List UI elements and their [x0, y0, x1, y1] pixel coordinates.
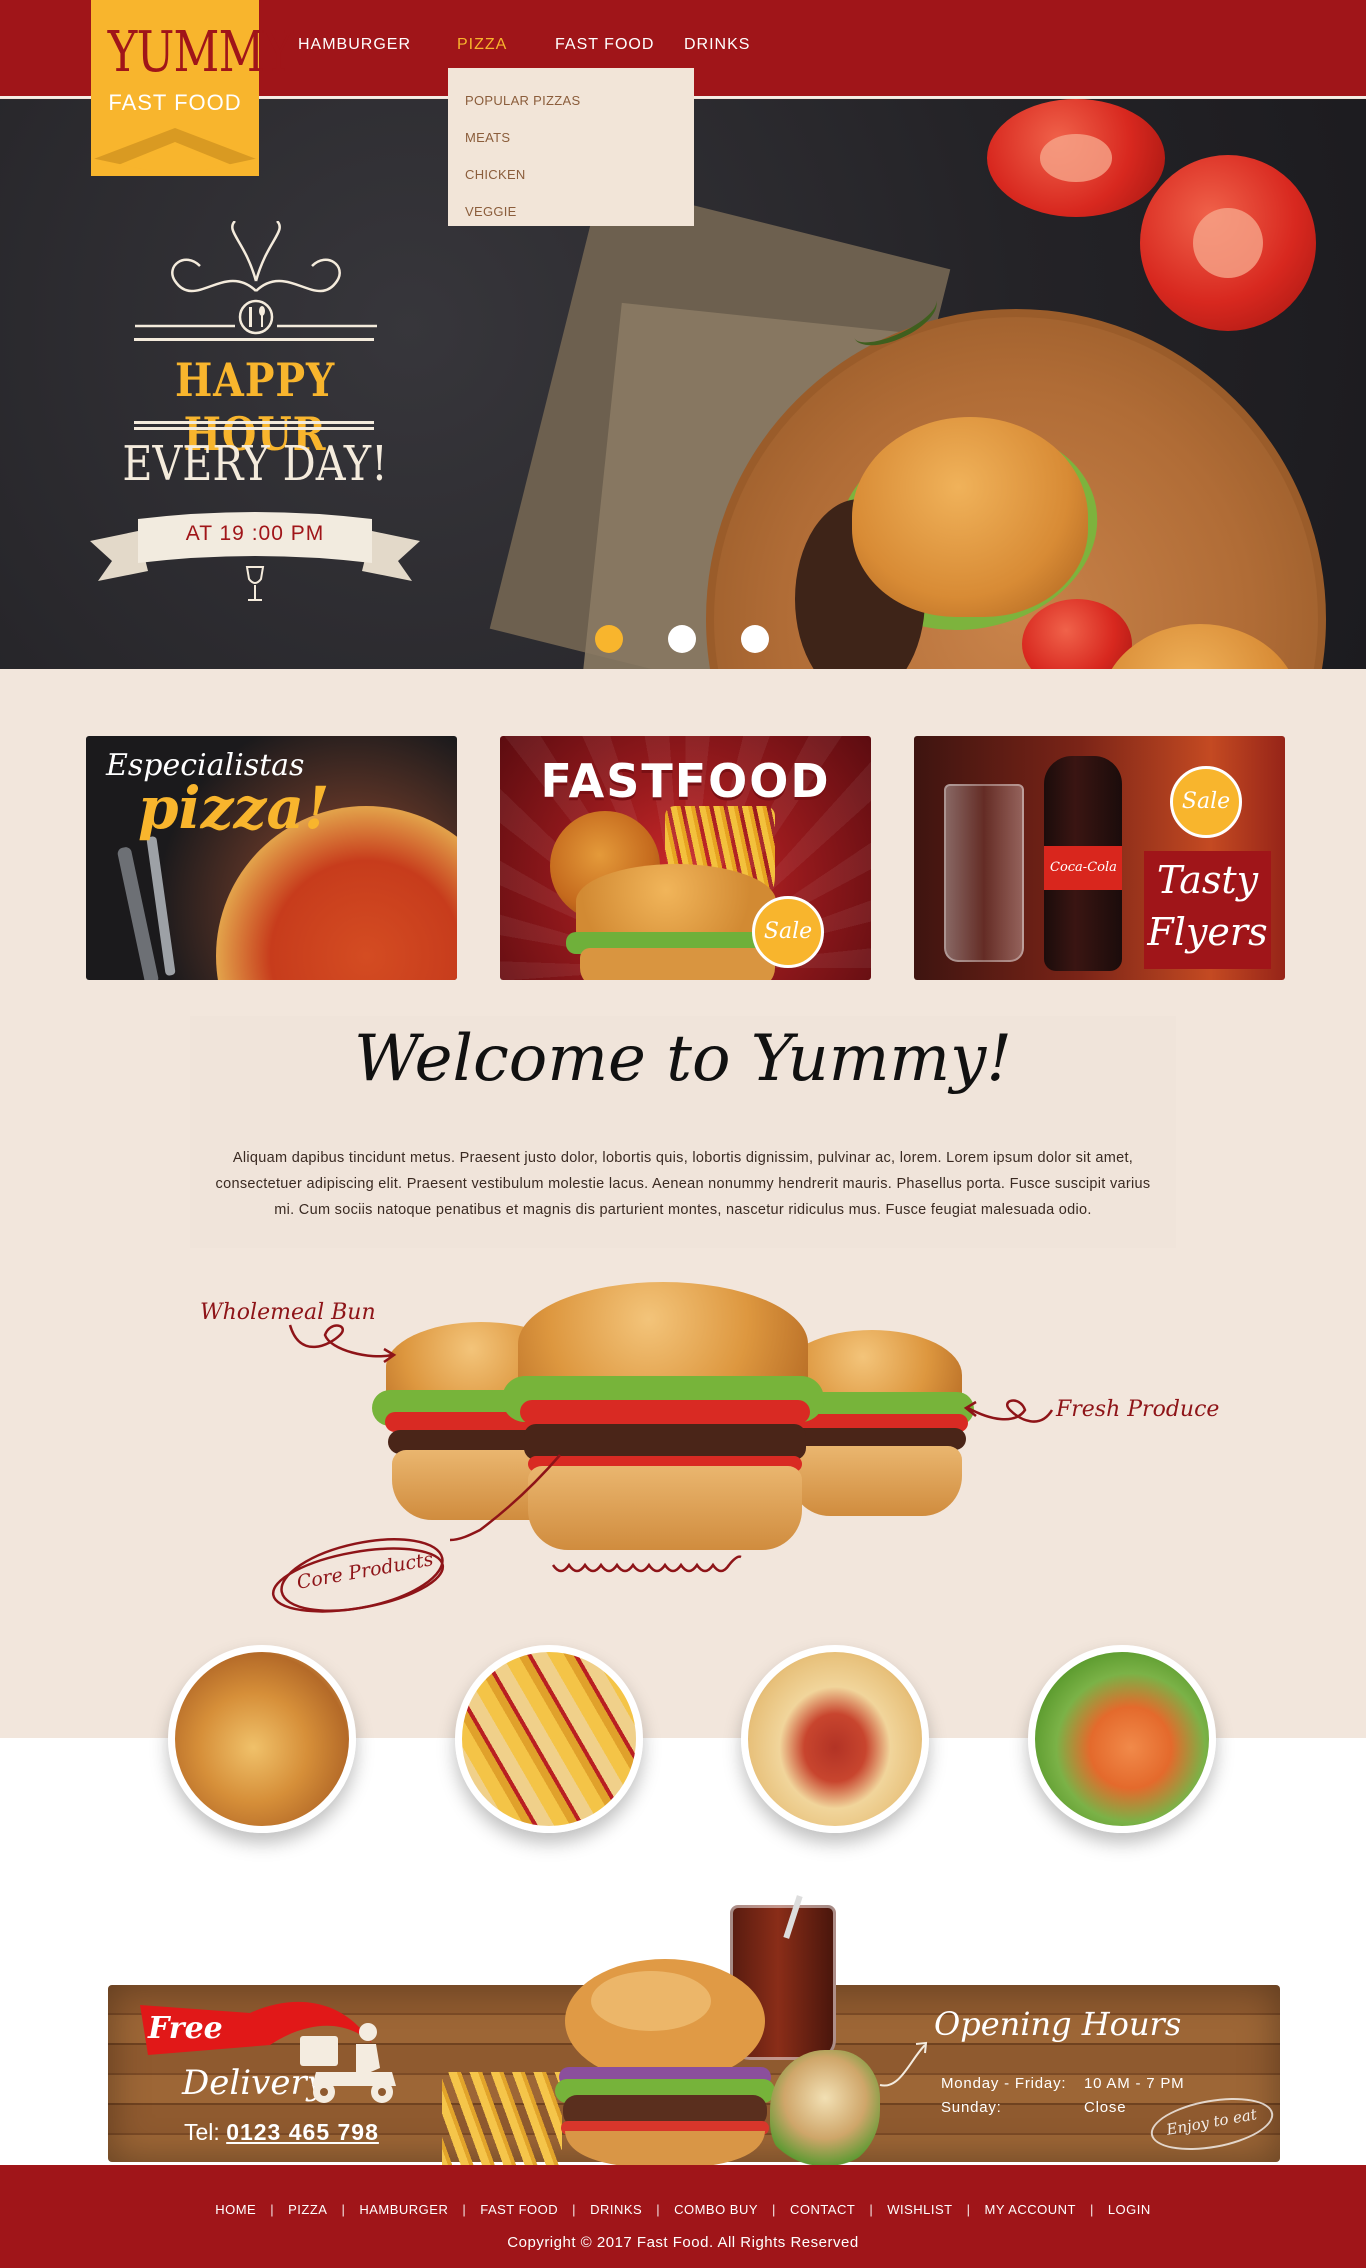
nav-pizza[interactable]: PIZZA — [457, 36, 507, 54]
opening-hours-title: Opening Hours — [934, 2005, 1182, 2043]
salad-image — [770, 2050, 880, 2170]
slider-dot-1[interactable] — [595, 625, 623, 653]
footer-separator: | — [270, 2202, 275, 2217]
nav-fast-food[interactable]: FAST FOOD — [555, 36, 654, 54]
tomato-image — [987, 99, 1165, 217]
footer-separator: | — [772, 2202, 776, 2217]
footer-separator: | — [341, 2202, 346, 2217]
cutlery-ornament-icon — [135, 221, 377, 335]
nav-drinks[interactable]: DRINKS — [684, 36, 750, 54]
hotdog-thumb[interactable] — [741, 1645, 929, 1833]
dropdown-item-meats[interactable]: MEATS — [448, 119, 694, 156]
dropdown-item-veggie[interactable]: VEGGIE — [448, 193, 694, 230]
tasty-line1: Tasty — [1156, 858, 1259, 902]
footer-link-pizza[interactable]: PIZZA — [288, 2202, 327, 2217]
bottle-label-text: Coca-Cola — [1050, 860, 1117, 875]
logo-title: YUMMY — [107, 20, 293, 85]
footer-link-login[interactable]: LOGIN — [1108, 2202, 1151, 2217]
dropdown-item-popular-pizzas[interactable]: POPULAR PIZZAS — [448, 82, 694, 119]
promo-pizza-line2: pizza! — [138, 774, 330, 842]
tomato-slice-image — [1140, 155, 1316, 331]
footer-link-drinks[interactable]: DRINKS — [590, 2202, 642, 2217]
slider-dot-3[interactable] — [741, 625, 769, 653]
footer-link-wishlist[interactable]: WISHLIST — [887, 2202, 952, 2217]
burger-patty — [524, 1424, 806, 1460]
free-label: Free — [148, 2011, 223, 2046]
phone-number-link[interactable]: 0123 465 798 — [226, 2119, 379, 2145]
burger-bottom-bun — [580, 948, 775, 980]
footer-separator: | — [656, 2202, 661, 2217]
happy-hour-time: AT 19 :00 PM — [185, 522, 325, 545]
hours-time-weekday: 10 AM - 7 PM — [1084, 2075, 1185, 2092]
annotation-fresh-produce: Fresh Produce — [1056, 1397, 1220, 1422]
divider-line — [134, 338, 374, 341]
annotation-wholemeal-bun: Wholemeal Bun — [200, 1300, 376, 1325]
tasty-line2: Flyers — [1147, 910, 1268, 954]
footer-link-fast-food[interactable]: FAST FOOD — [480, 2202, 558, 2217]
promo-card-fast-food[interactable]: FASTFOOD Sale — [500, 736, 871, 980]
hours-time-sunday: Close — [1084, 2099, 1127, 2116]
glass-image — [944, 784, 1024, 962]
footer-separator: | — [462, 2202, 467, 2217]
hours-day-sunday: Sunday: — [941, 2099, 1002, 2116]
footer-link-combo-buy[interactable]: COMBO BUY — [674, 2202, 758, 2217]
phone-line: Tel: 0123 465 798 — [184, 2119, 379, 2146]
annotation-core-products: Core Products — [295, 1548, 435, 1594]
happy-hour-subtitle: EVERY DAY! — [122, 436, 388, 492]
burger-bun-image — [852, 417, 1088, 617]
site-logo[interactable]: YUMMY FAST FOOD — [91, 0, 293, 176]
tasty-flyers-text: Tasty Flyers — [1144, 854, 1271, 958]
copyright-text: Copyright © 2017 Fast Food. All Rights R… — [507, 2234, 859, 2251]
nav-hamburger[interactable]: HAMBURGER — [298, 36, 411, 54]
divider-line — [134, 421, 374, 424]
shrimp-salad-thumb[interactable] — [1028, 1645, 1216, 1833]
slider-dot-2[interactable] — [668, 625, 696, 653]
sale-badge: Sale — [1170, 766, 1242, 838]
pizza-dropdown-menu: POPULAR PIZZAS MEATS CHICKEN VEGGIE — [448, 68, 694, 226]
burger-image — [555, 1959, 775, 2169]
hours-day-weekday: Monday - Friday: — [941, 2075, 1067, 2092]
burger-tomato — [520, 1400, 810, 1424]
promo-card-pizza[interactable]: Especialistas pizza! — [86, 736, 457, 980]
footer-separator: | — [1089, 2202, 1094, 2217]
promo-fast-food-title: FASTFOOD — [540, 754, 831, 808]
promo-card-drinks[interactable]: Coca-Cola Sale Tasty Flyers — [914, 736, 1285, 980]
sale-badge: Sale — [752, 896, 824, 968]
delivery-scooter-icon — [300, 2023, 396, 2103]
welcome-title: Welcome to Yummy! — [354, 1022, 1012, 1096]
footer-nav: HOME | PIZZA | HAMBURGER | FAST FOOD | DRINKS | CO… — [0, 2202, 1366, 2217]
pastry-thumb[interactable] — [168, 1645, 356, 1833]
divider-line — [134, 427, 374, 430]
footer-link-my-account[interactable]: MY ACCOUNT — [985, 2202, 1076, 2217]
footer-link-hamburger[interactable]: HAMBURGER — [359, 2202, 448, 2217]
burger-bun-bottom — [528, 1466, 802, 1550]
footer-separator: | — [572, 2202, 577, 2217]
dropdown-item-chicken[interactable]: CHICKEN — [448, 156, 694, 193]
fries-thumb[interactable] — [455, 1645, 643, 1833]
footer-separator: | — [869, 2202, 874, 2217]
logo-subtitle: FAST FOOD — [108, 90, 242, 115]
burger-image — [576, 864, 776, 939]
fries-image — [442, 2072, 562, 2172]
happy-hour-promo: HAPPY HOUR EVERY DAY! AT 19 :00 PM — [90, 221, 420, 601]
footer-link-home[interactable]: HOME — [215, 2202, 256, 2217]
wine-glass-icon — [245, 566, 265, 601]
welcome-text: Aliquam dapibus tincidunt metus. Praesen… — [215, 1150, 1151, 1218]
burger-bun-bottom — [790, 1446, 962, 1516]
phone-prefix: Tel: — [184, 2119, 227, 2145]
slider-pagination — [595, 625, 814, 653]
footer-separator: | — [966, 2202, 971, 2217]
footer-link-contact[interactable]: CONTACT — [790, 2202, 855, 2217]
